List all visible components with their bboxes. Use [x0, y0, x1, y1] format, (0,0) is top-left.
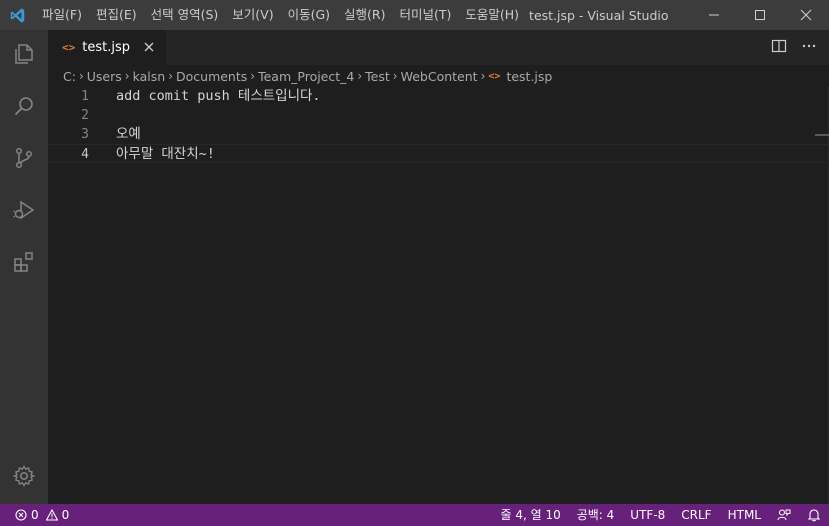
menu-view[interactable]: 보기(V) — [225, 0, 280, 30]
maximize-button[interactable] — [737, 0, 783, 30]
minimize-icon — [709, 14, 719, 16]
more-actions-button[interactable] — [801, 38, 817, 58]
line-number: 3 — [81, 127, 89, 142]
activity-search[interactable] — [0, 82, 48, 130]
chevron-right-icon: › — [78, 69, 84, 83]
breadcrumb-users[interactable]: Users — [87, 69, 122, 84]
breadcrumb-documents[interactable]: Documents — [176, 69, 247, 84]
line-number: 4 — [81, 147, 89, 162]
problems-indicator[interactable]: 0 0 — [0, 508, 69, 522]
minimize-button[interactable] — [691, 0, 737, 30]
editor-line: 1 add comit push 테스트입니다. — [48, 87, 829, 106]
scrollbar-slider[interactable] — [815, 134, 829, 136]
feedback-button[interactable] — [769, 504, 799, 526]
breadcrumb-test[interactable]: Test — [365, 69, 390, 84]
menu-edit[interactable]: 편집(E) — [89, 0, 144, 30]
menu-run[interactable]: 실행(R) — [337, 0, 392, 30]
split-editor-icon — [771, 39, 787, 52]
menu-terminal[interactable]: 터미널(T) — [393, 0, 459, 30]
vscode-logo-icon — [0, 0, 35, 30]
close-window-button[interactable] — [783, 0, 829, 30]
bell-icon — [807, 509, 821, 522]
activity-bar — [0, 30, 48, 504]
feedback-icon — [777, 509, 791, 521]
chevron-right-icon: › — [124, 69, 130, 83]
breadcrumb-drive[interactable]: C: — [63, 69, 76, 84]
line-ending[interactable]: CRLF — [673, 504, 719, 526]
line-text: 아무말 대잔치~! — [116, 146, 215, 162]
tab-label: test.jsp — [82, 40, 130, 55]
chevron-right-icon: › — [392, 69, 398, 83]
encoding[interactable]: UTF-8 — [622, 504, 673, 526]
tab-test-jsp[interactable]: <> test.jsp — [48, 30, 166, 65]
editor-line: 2 — [48, 106, 829, 125]
editor-line: 3 오예 — [48, 125, 829, 144]
window-controls — [691, 0, 829, 30]
menu-file[interactable]: 파일(F) — [35, 0, 89, 30]
status-bar: 0 0 줄 4, 열 10 공백: 4 UTF-8 CRLF HTML — [0, 504, 829, 526]
warning-count: 0 — [61, 508, 70, 522]
line-text: 오예 — [116, 126, 141, 142]
line-number: 2 — [81, 108, 89, 123]
settings-gear-icon — [12, 465, 36, 487]
code-editor[interactable]: 1 add comit push 테스트입니다. 2 3 오예 4 아무말 대잔… — [48, 87, 829, 504]
chevron-right-icon: › — [480, 69, 486, 83]
menu-help[interactable]: 도움말(H) — [458, 0, 526, 30]
error-icon — [15, 509, 27, 521]
activity-explorer[interactable] — [0, 30, 48, 78]
cursor-position[interactable]: 줄 4, 열 10 — [492, 504, 568, 526]
indentation[interactable]: 공백: 4 — [569, 504, 623, 526]
line-text: add comit push 테스트입니다. — [116, 88, 321, 104]
search-icon — [14, 97, 33, 116]
editor-line-current: 4 아무말 대잔치~! — [48, 144, 829, 163]
line-number: 1 — [81, 89, 89, 104]
source-control-icon — [15, 147, 33, 169]
breadcrumb-team-project[interactable]: Team_Project_4 — [258, 69, 354, 84]
more-actions-icon — [802, 44, 816, 47]
breadcrumb-kalsn[interactable]: kalsn — [133, 69, 166, 84]
activity-extensions[interactable] — [0, 238, 48, 286]
activity-source-control[interactable] — [0, 134, 48, 182]
split-editor-button[interactable] — [771, 38, 787, 58]
breadcrumb-webcontent[interactable]: WebContent — [401, 69, 478, 84]
breadcrumb-file[interactable]: test.jsp — [506, 69, 552, 84]
run-debug-icon — [13, 200, 35, 220]
status-bar-right: 줄 4, 열 10 공백: 4 UTF-8 CRLF HTML — [492, 504, 829, 526]
menu-bar: 파일(F) 편집(E) 선택 영역(S) 보기(V) 이동(G) 실행(R) 터… — [35, 0, 526, 30]
html-file-icon: <> — [488, 70, 501, 82]
chevron-right-icon: › — [168, 69, 173, 83]
warning-icon — [45, 509, 58, 521]
tab-close-button[interactable] — [140, 38, 158, 56]
html-file-icon: <> — [62, 41, 76, 54]
breadcrumb: C: › Users › kalsn › Documents › Team_Pr… — [48, 65, 829, 87]
close-icon — [144, 42, 154, 52]
activity-run-debug[interactable] — [0, 186, 48, 234]
menu-go[interactable]: 이동(G) — [281, 0, 337, 30]
chevron-right-icon: › — [357, 69, 363, 83]
window-title: test.jsp - Visual Studio Code — [529, 7, 671, 23]
editor-tab-bar: <> test.jsp — [48, 30, 829, 65]
tab-actions — [771, 30, 817, 65]
language-mode[interactable]: HTML — [720, 504, 769, 526]
title-bar: 파일(F) 편집(E) 선택 영역(S) 보기(V) 이동(G) 실행(R) 터… — [0, 0, 829, 30]
maximize-icon — [755, 10, 765, 20]
chevron-right-icon: › — [250, 69, 256, 83]
extensions-icon — [14, 252, 33, 272]
close-icon — [800, 9, 812, 21]
notifications-button[interactable] — [799, 504, 829, 526]
explorer-icon — [15, 44, 33, 64]
error-count: 0 — [31, 508, 39, 522]
activity-manage[interactable] — [0, 452, 48, 500]
menu-selection[interactable]: 선택 영역(S) — [144, 0, 226, 30]
